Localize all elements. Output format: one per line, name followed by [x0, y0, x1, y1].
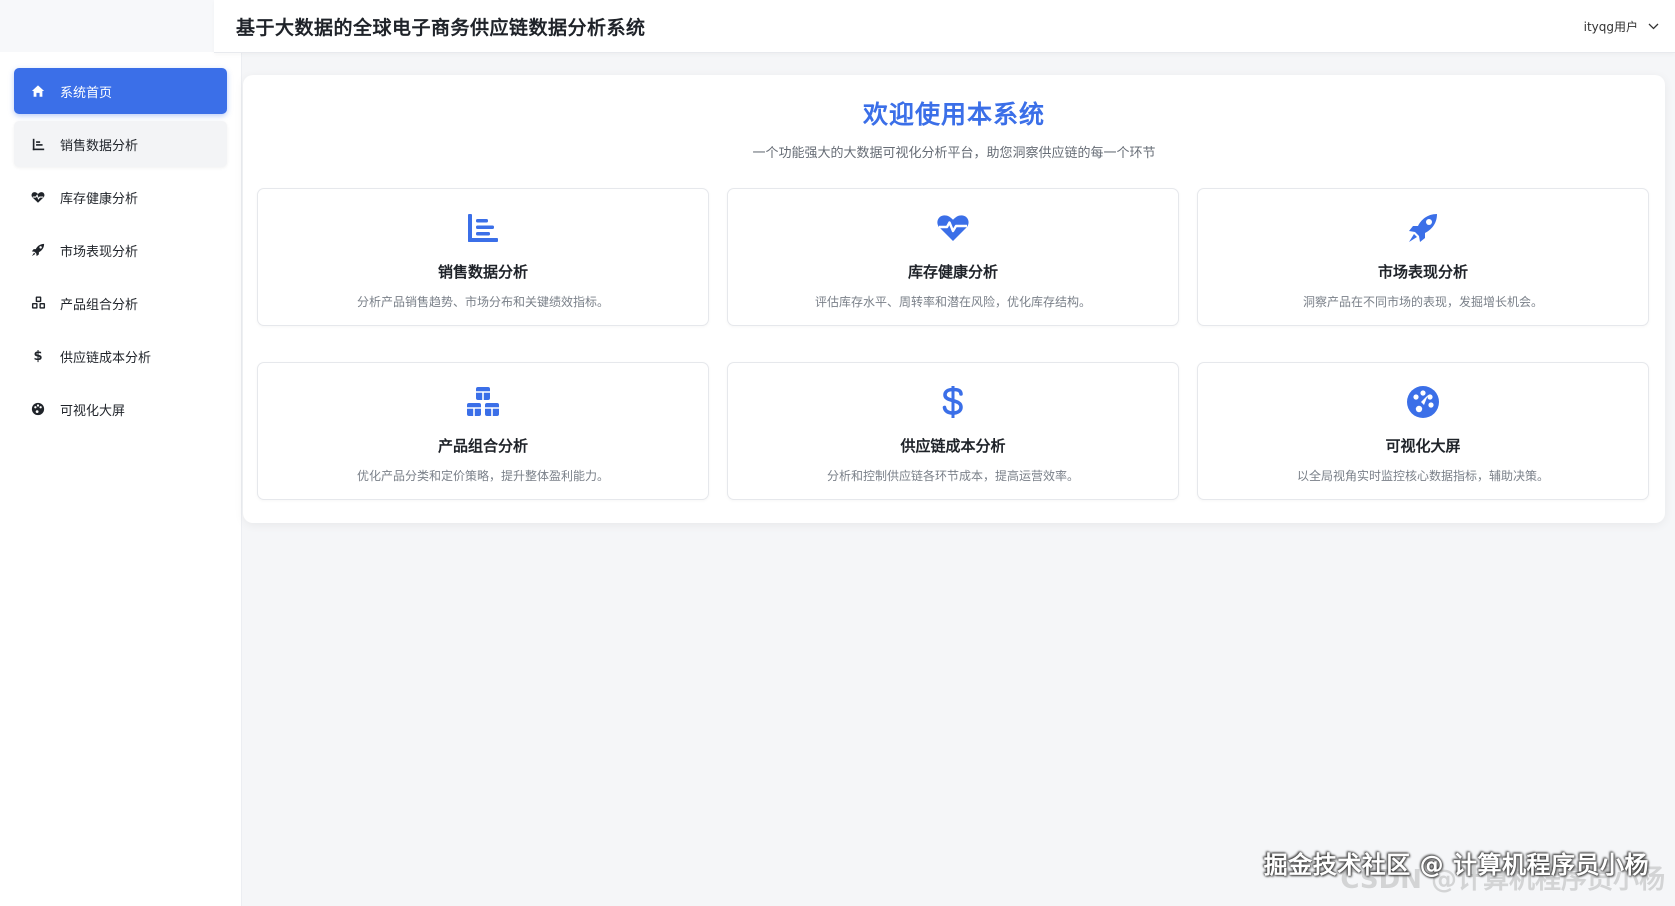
- app-root: 系统首页 销售数据分析 库存健康分析 市场表现分析 产品组合分析 $ 供应链成本…: [0, 0, 1675, 906]
- sidebar-item-label: 市场表现分析: [60, 244, 139, 260]
- heartbeat-icon: [30, 189, 46, 205]
- feature-card-title: 可视化大屏: [1385, 437, 1461, 455]
- heartbeat-icon: [934, 209, 972, 247]
- watermark: 掘金技术社区 @ 计算机程序员小杨: [1263, 851, 1649, 879]
- sidebar-item-sales-analysis[interactable]: 销售数据分析: [14, 121, 227, 167]
- dollar-icon: [934, 383, 972, 421]
- sidebar: 系统首页 销售数据分析 库存健康分析 市场表现分析 产品组合分析 $ 供应链成本…: [0, 0, 242, 906]
- feature-card-portfolio[interactable]: 产品组合分析 优化产品分类和定价策略，提升整体盈利能力。: [257, 362, 709, 500]
- rocket-icon: [30, 242, 46, 258]
- feature-card-market[interactable]: 市场表现分析 洞察产品在不同市场的表现，发掘增长机会。: [1197, 188, 1649, 326]
- feature-card-dashboard[interactable]: 可视化大屏 以全局视角实时监控核心数据指标，辅助决策。: [1197, 362, 1649, 500]
- sidebar-menu: 系统首页 销售数据分析 库存健康分析 市场表现分析 产品组合分析 $ 供应链成本…: [0, 52, 241, 432]
- chart-bar-icon: [30, 136, 46, 152]
- feature-card-desc: 分析和控制供应链各环节成本，提高运营效率。: [826, 469, 1079, 483]
- sidebar-item-inventory-health[interactable]: 库存健康分析: [14, 174, 227, 220]
- top-header: 基于大数据的全球电子商务供应链数据分析系统 ityqg用户: [214, 0, 1675, 53]
- sidebar-item-home[interactable]: 系统首页: [14, 68, 227, 114]
- rocket-icon: [1404, 209, 1442, 247]
- user-name: ityqg用户: [1583, 19, 1638, 34]
- feature-card-desc: 评估库存水平、周转率和潜在风险，优化库存结构。: [814, 295, 1091, 309]
- feature-card-title: 供应链成本分析: [900, 437, 1006, 455]
- palette-icon: [30, 401, 46, 417]
- feature-card-title: 销售数据分析: [437, 263, 528, 281]
- page-title: 基于大数据的全球电子商务供应链数据分析系统: [236, 16, 646, 39]
- welcome-panel: 欢迎使用本系统 一个功能强大的大数据可视化分析平台，助您洞察供应链的每一个环节 …: [243, 75, 1665, 523]
- feature-card-title: 产品组合分析: [437, 437, 528, 455]
- sidebar-item-label: 销售数据分析: [60, 138, 139, 154]
- feature-grid: 销售数据分析 分析产品销售趋势、市场分布和关键绩效指标。 库存健康分析 评估库存…: [257, 188, 1651, 500]
- sidebar-item-label: 产品组合分析: [60, 297, 139, 313]
- chart-bar-icon: [464, 209, 502, 247]
- feature-card-title: 市场表现分析: [1377, 263, 1468, 281]
- feature-card-sales[interactable]: 销售数据分析 分析产品销售趋势、市场分布和关键绩效指标。: [257, 188, 709, 326]
- feature-card-desc: 以全局视角实时监控核心数据指标，辅助决策。: [1296, 469, 1549, 483]
- feature-card-desc: 优化产品分类和定价策略，提升整体盈利能力。: [356, 469, 609, 483]
- feature-card-cost[interactable]: 供应链成本分析 分析和控制供应链各环节成本，提高运营效率。: [727, 362, 1179, 500]
- sidebar-item-label: 可视化大屏: [60, 403, 126, 419]
- sidebar-item-label: 供应链成本分析: [60, 350, 152, 366]
- welcome-subtitle: 一个功能强大的大数据可视化分析平台，助您洞察供应链的每一个环节: [752, 146, 1156, 161]
- welcome-title: 欢迎使用本系统: [862, 100, 1045, 129]
- user-dropdown[interactable]: ityqg用户: [1584, 18, 1659, 35]
- feature-card-inventory[interactable]: 库存健康分析 评估库存水平、周转率和潜在风险，优化库存结构。: [727, 188, 1179, 326]
- sidebar-item-label: 库存健康分析: [60, 191, 139, 207]
- sidebar-item-market-performance[interactable]: 市场表现分析: [14, 227, 227, 273]
- palette-icon: [1404, 383, 1442, 421]
- cubes-icon: [30, 295, 46, 311]
- feature-card-title: 库存健康分析: [907, 263, 998, 281]
- sidebar-item-supply-chain-cost[interactable]: $ 供应链成本分析: [14, 333, 227, 379]
- feature-card-desc: 分析产品销售趋势、市场分布和关键绩效指标。: [356, 295, 609, 309]
- sidebar-item-label: 系统首页: [60, 85, 113, 101]
- feature-card-desc: 洞察产品在不同市场的表现，发掘增长机会。: [1302, 295, 1543, 309]
- cubes-icon: [464, 383, 502, 421]
- sidebar-item-dashboard-screen[interactable]: 可视化大屏: [14, 386, 227, 432]
- home-icon: [30, 83, 46, 99]
- chevron-down-icon: [1648, 23, 1659, 30]
- sidebar-logo-area: [0, 0, 241, 52]
- dollar-icon: $: [33, 348, 43, 364]
- sidebar-item-product-portfolio[interactable]: 产品组合分析: [14, 280, 227, 326]
